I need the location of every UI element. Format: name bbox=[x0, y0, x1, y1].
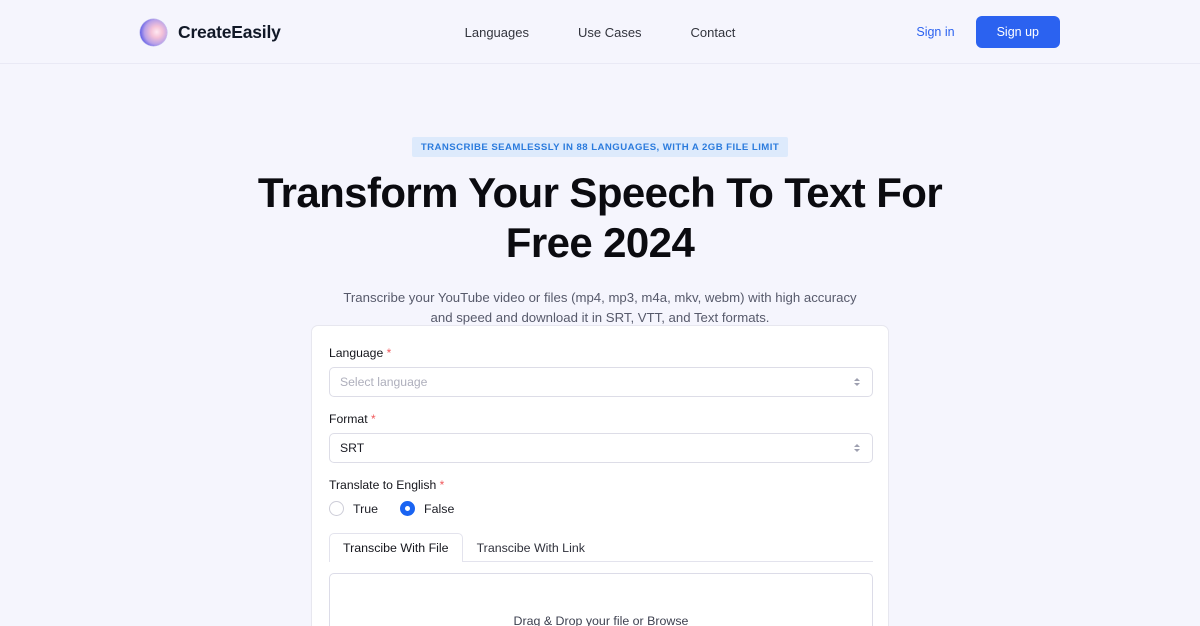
radio-option-false[interactable]: False bbox=[400, 501, 454, 516]
radio-false-label: False bbox=[424, 501, 455, 516]
hero-subtitle-line-2: and speed and download it in SRT, VTT, a… bbox=[430, 310, 770, 326]
page-title-line-1: Transform Your Speech To Text For bbox=[257, 169, 943, 216]
sign-in-link[interactable]: Sign in bbox=[916, 25, 954, 39]
dropzone-prompt-text: Drag & Drop your file or bbox=[513, 614, 648, 626]
browse-link[interactable]: Browse bbox=[647, 614, 688, 626]
hero-section: TRANSCRIBE SEAMLESSLY IN 88 LANGUAGES, W… bbox=[0, 64, 1200, 329]
radio-false-indicator bbox=[400, 501, 416, 516]
tab-transcribe-with-link[interactable]: Transcibe With Link bbox=[463, 533, 599, 562]
format-label-text: Format bbox=[329, 412, 368, 426]
transcribe-mode-tabs: Transcibe With File Transcibe With Link bbox=[329, 533, 873, 562]
auth-actions: Sign in Sign up bbox=[916, 0, 1060, 64]
nav-item-languages[interactable]: Languages bbox=[465, 25, 529, 40]
chevron-updown-icon bbox=[852, 375, 861, 389]
file-dropzone[interactable]: Drag & Drop your file or Browse Maximum … bbox=[329, 573, 873, 626]
language-required-mark: * bbox=[386, 346, 392, 360]
translate-radio-group: True False bbox=[329, 501, 871, 516]
translate-field-label: Translate to English * bbox=[329, 478, 871, 492]
radio-true-indicator bbox=[329, 501, 344, 516]
page-root: CreateEasily Languages Use Cases Contact… bbox=[0, 0, 1200, 626]
format-field-label: Format * bbox=[329, 412, 871, 426]
hero-badge: TRANSCRIBE SEAMLESSLY IN 88 LANGUAGES, W… bbox=[411, 137, 789, 157]
sign-up-button[interactable]: Sign up bbox=[975, 16, 1060, 48]
page-title-line-2: Free 2024 bbox=[505, 219, 695, 266]
language-select[interactable]: Select language bbox=[329, 367, 873, 397]
transcription-form-card: Language * Select language Format * SRT … bbox=[311, 325, 889, 626]
language-field-label: Language * bbox=[329, 346, 871, 360]
nav-item-contact[interactable]: Contact bbox=[691, 25, 736, 40]
language-label-text: Language bbox=[329, 346, 384, 360]
dropzone-prompt: Drag & Drop your file or Browse bbox=[514, 614, 689, 626]
translate-label-text: Translate to English bbox=[329, 478, 437, 492]
chevron-updown-icon bbox=[852, 441, 861, 455]
format-required-mark: * bbox=[371, 412, 376, 426]
radio-true-label: True bbox=[353, 501, 379, 516]
tab-transcribe-with-file[interactable]: Transcibe With File bbox=[329, 533, 463, 562]
nav-item-use-cases[interactable]: Use Cases bbox=[578, 25, 642, 40]
radio-option-true[interactable]: True bbox=[329, 501, 378, 516]
language-select-wrap: Select language bbox=[329, 367, 873, 397]
format-select[interactable]: SRT bbox=[329, 433, 873, 463]
translate-required-mark: * bbox=[439, 478, 445, 492]
page-title: Transform Your Speech To Text For Free 2… bbox=[0, 172, 1200, 264]
hero-subtitle: Transcribe your YouTube video or files (… bbox=[0, 288, 1200, 329]
hero-subtitle-line-1: Transcribe your YouTube video or files (… bbox=[343, 290, 857, 305]
format-select-wrap: SRT bbox=[329, 433, 873, 463]
site-header: CreateEasily Languages Use Cases Contact… bbox=[0, 0, 1200, 64]
